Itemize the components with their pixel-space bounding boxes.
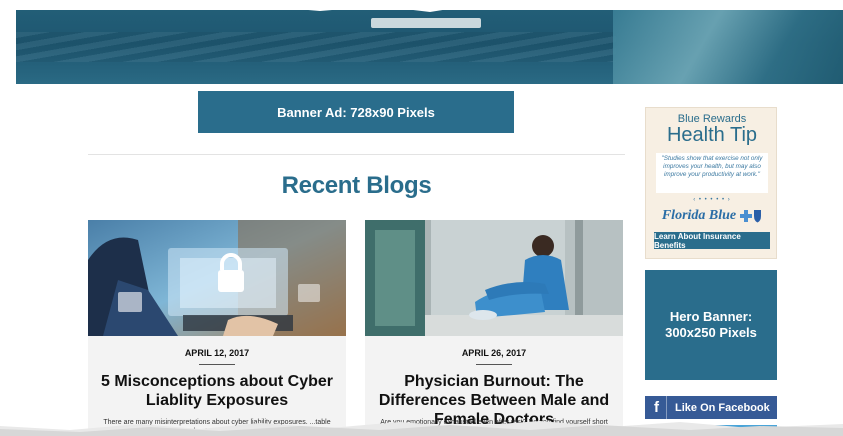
post-title[interactable]: 5 Misconceptions about Cyber Liablity Ex…: [94, 372, 340, 410]
health-tip-heading: Health Tip: [666, 124, 758, 146]
brand-name: Florida Blue: [661, 208, 737, 223]
date-underline: [199, 364, 235, 365]
health-tip-ad[interactable]: Blue Rewards Health Tip "Studies show th…: [645, 107, 777, 259]
blog-card[interactable]: APRIL 12, 2017 5 Misconceptions about Cy…: [88, 220, 346, 436]
health-tip-quote: "Studies show that exercise not only imp…: [656, 153, 768, 193]
blog-thumbnail-cyber-security[interactable]: [88, 220, 346, 336]
hero-banner-line2: 300x250 Pixels: [665, 325, 757, 340]
like-on-facebook-button[interactable]: f Like On Facebook: [645, 396, 777, 419]
page: Banner Ad: 728x90 Pixels Recent Blogs AP…: [0, 0, 843, 436]
facebook-icon: f: [647, 396, 667, 419]
post-date: APRIL 26, 2017: [461, 348, 527, 358]
cross-shield-icon: [740, 210, 762, 223]
blog-card[interactable]: APRIL 26, 2017 Physician Burnout: The Di…: [365, 220, 623, 436]
carousel-pager[interactable]: ‹ • • • • • ›: [646, 197, 778, 203]
torn-paper-top: [0, 0, 843, 12]
hero-banner-line1: Hero Banner:: [669, 309, 753, 324]
date-underline: [476, 364, 512, 365]
post-date: APRIL 12, 2017: [184, 348, 250, 358]
learn-insurance-benefits-button[interactable]: Learn About Insurance Benefits: [654, 232, 770, 250]
banner-ad[interactable]: Banner Ad: 728x90 Pixels: [198, 91, 514, 133]
torn-paper-bottom: [0, 421, 843, 436]
divider: [88, 154, 625, 155]
section-title: Recent Blogs: [281, 172, 432, 199]
hero-banner-ad[interactable]: Hero Banner: 300x250 Pixels: [645, 270, 777, 380]
florida-blue-logo: Florida Blue: [654, 208, 770, 224]
blog-thumbnail-physician[interactable]: [365, 220, 623, 336]
facebook-label: Like On Facebook: [675, 401, 770, 414]
